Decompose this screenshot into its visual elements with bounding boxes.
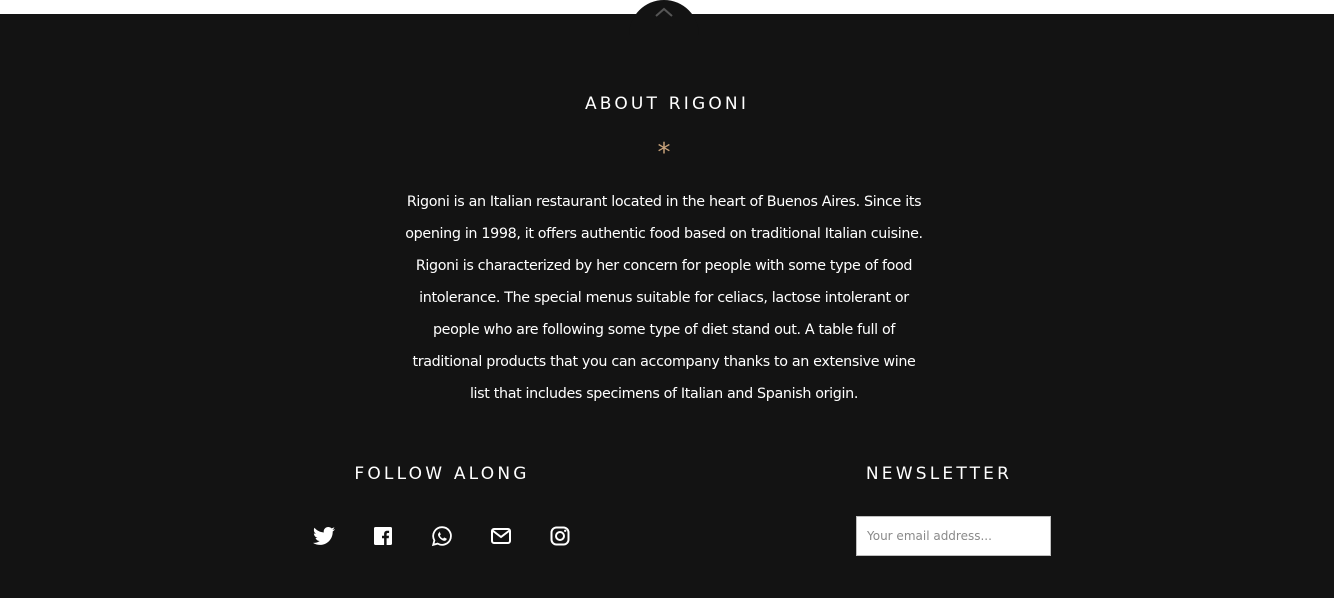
twitter-link[interactable]	[312, 524, 336, 548]
chevron-up-icon	[655, 7, 673, 17]
asterisk-ornament: *	[657, 138, 671, 168]
instagram-icon	[550, 526, 570, 546]
facebook-icon	[374, 527, 392, 545]
twitter-icon	[313, 527, 335, 545]
whatsapp-link[interactable]	[430, 524, 454, 548]
whatsapp-icon	[431, 526, 452, 547]
follow-along-heading: FOLLOW ALONG	[354, 464, 530, 484]
newsletter-email-input[interactable]	[856, 516, 1051, 556]
instagram-link[interactable]	[548, 524, 572, 548]
email-link[interactable]	[489, 524, 513, 548]
email-icon	[491, 528, 511, 544]
facebook-link[interactable]	[371, 524, 395, 548]
site-footer: ABOUT RIGONI * Rigoni is an Italian rest…	[0, 0, 1334, 598]
newsletter-heading: NEWSLETTER	[865, 464, 1013, 484]
social-links	[312, 524, 572, 548]
about-heading: ABOUT RIGONI	[584, 94, 750, 114]
about-description: Rigoni is an Italian restaurant located …	[405, 194, 923, 402]
